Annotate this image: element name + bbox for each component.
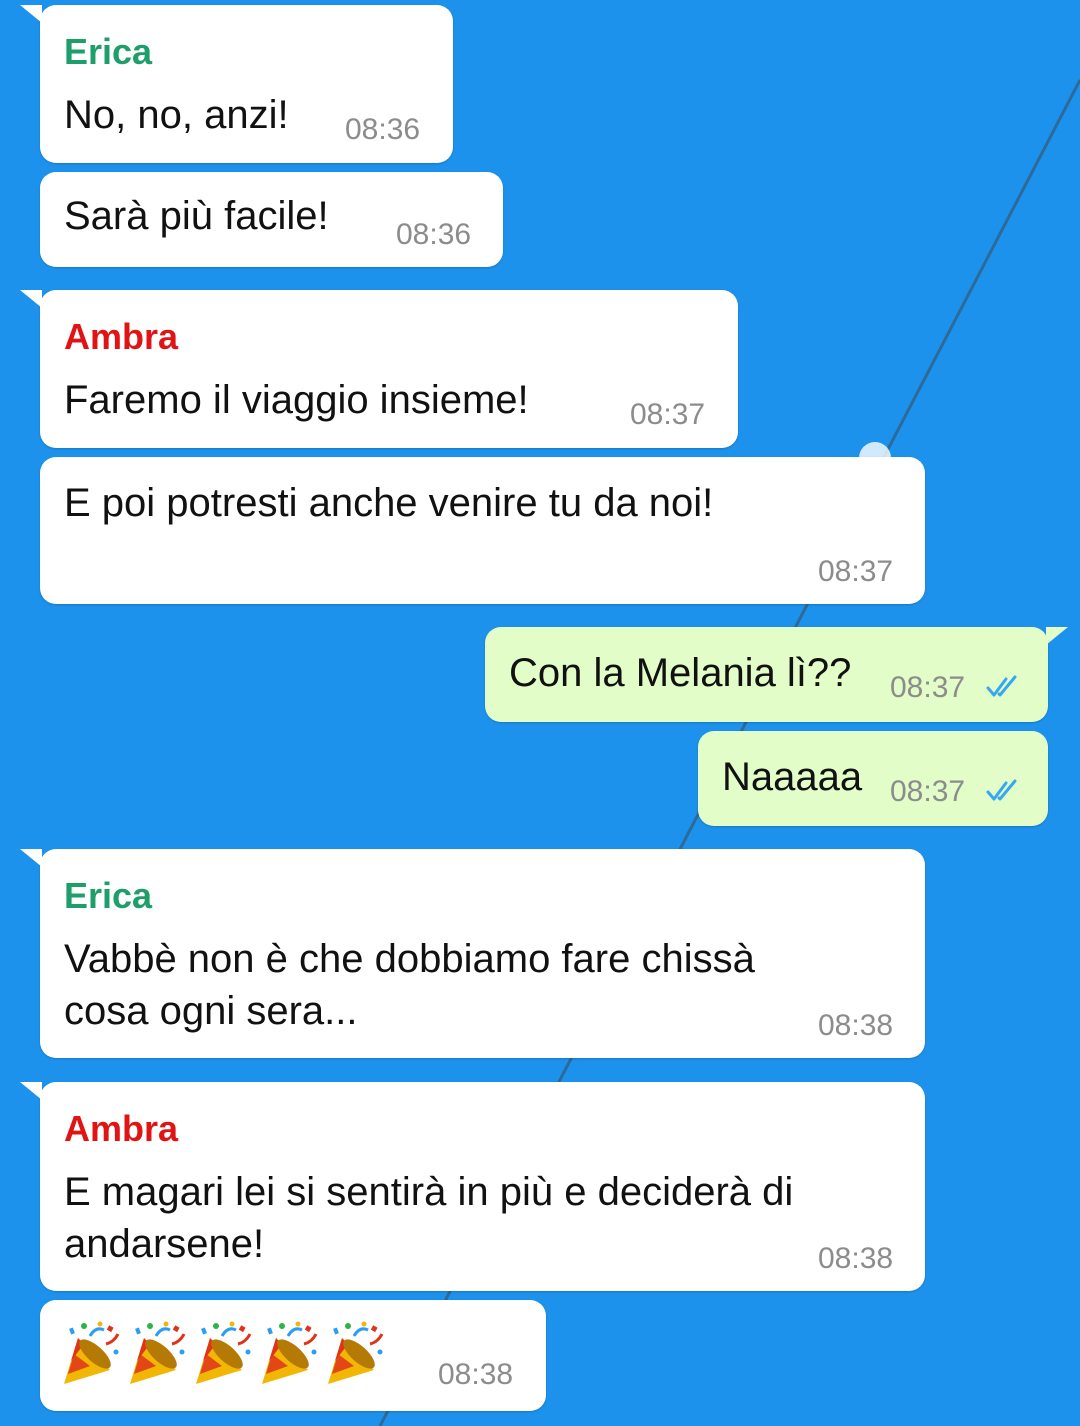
message-time: 08:38 xyxy=(438,1358,514,1391)
message-bubble-incoming[interactable]: Ambra Faremo il viaggio insieme! 08:37 xyxy=(20,290,738,448)
message-text: Con la Melania lì?? xyxy=(509,651,852,695)
message-time: 08:38 xyxy=(818,1242,894,1275)
message-text-line: Vabbè non è che dobbiamo fare chissà xyxy=(64,937,755,981)
message-bubble-incoming[interactable]: 08:38 xyxy=(40,1300,546,1411)
message-time: 08:37 xyxy=(630,398,706,431)
message-bubble-outgoing[interactable]: Naaaaa 08:37 xyxy=(698,731,1048,826)
message-text: Naaaaa xyxy=(722,755,863,799)
message-time: 08:36 xyxy=(396,218,472,251)
message-time: 08:38 xyxy=(818,1009,894,1042)
message-time: 08:36 xyxy=(345,113,421,146)
message-bubble-incoming[interactable]: Erica Vabbè non è che dobbiamo fare chis… xyxy=(20,849,925,1058)
message-text: Sarà più facile! xyxy=(64,194,329,238)
sender-name-erica: Erica xyxy=(64,31,153,72)
message-bubble-incoming[interactable]: E poi potresti anche venire tu da noi! 0… xyxy=(40,457,925,604)
message-bubble-incoming[interactable]: Sarà più facile! 08:36 xyxy=(40,172,503,267)
message-time: 08:37 xyxy=(890,671,966,704)
double-check-read-icon xyxy=(986,675,1017,697)
message-text: No, no, anzi! xyxy=(64,93,289,137)
party-popper-icon xyxy=(62,1320,384,1386)
message-bubble-incoming[interactable]: Erica No, no, anzi! 08:36 xyxy=(20,5,453,163)
sender-name-ambra: Ambra xyxy=(64,1108,179,1149)
sender-name-ambra: Ambra xyxy=(64,316,179,357)
double-check-read-icon xyxy=(986,779,1017,801)
message-text: E poi potresti anche venire tu da noi! xyxy=(64,481,714,525)
message-bubble-incoming[interactable]: Ambra E magari lei si sentirà in più e d… xyxy=(20,1082,925,1291)
message-text-line: cosa ogni sera... xyxy=(64,989,358,1033)
message-time: 08:37 xyxy=(890,775,966,808)
message-bubble-outgoing[interactable]: Con la Melania lì?? 08:37 xyxy=(485,627,1068,722)
message-text-line: E magari lei si sentirà in più e decider… xyxy=(64,1170,794,1214)
message-text: Faremo il viaggio insieme! xyxy=(64,378,529,422)
message-text-line: andarsene! xyxy=(64,1222,265,1266)
message-time: 08:37 xyxy=(818,555,894,588)
sender-name-erica: Erica xyxy=(64,875,153,916)
